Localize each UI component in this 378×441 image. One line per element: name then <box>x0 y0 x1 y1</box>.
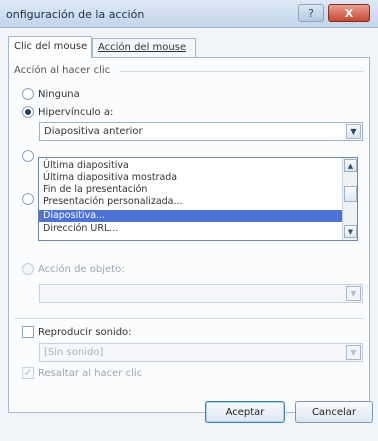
radio-partly-hidden-1[interactable] <box>22 150 34 162</box>
dialog-body: Clic del mouse Acción del mouse Acción a… <box>0 28 378 441</box>
play-sound-label: Reproducir sonido: <box>38 326 132 338</box>
highlight-click-label: Resaltar al hacer clic <box>38 367 143 379</box>
scroll-up-icon[interactable]: ▲ <box>344 159 357 172</box>
sound-divider <box>14 318 364 319</box>
tab-mouse-over[interactable]: Acción del mouse <box>92 38 196 58</box>
highlight-click-checkbox[interactable]: ✓ <box>22 367 34 379</box>
dropdown-item-selected[interactable]: Diapositiva... <box>39 210 343 222</box>
radio-object-action-row[interactable]: Acción de objeto: <box>22 263 125 275</box>
radio-hyperlink-row[interactable]: Hipervínculo a: <box>22 106 113 118</box>
close-button[interactable]: X <box>328 4 370 22</box>
chevron-down-icon[interactable]: ▼ <box>346 345 361 360</box>
object-action-combo[interactable]: ▼ <box>39 284 363 303</box>
section-title: Acción al hacer clic <box>14 65 111 76</box>
dropdown-item[interactable]: Fin de la presentación <box>43 184 339 196</box>
radio-hyperlink[interactable] <box>22 106 34 118</box>
scroll-down-icon[interactable]: ▼ <box>344 225 357 238</box>
tab-mouse-click[interactable]: Clic del mouse <box>8 36 92 58</box>
radio-none[interactable] <box>22 88 34 100</box>
radio-none-row[interactable]: Ninguna <box>22 88 80 100</box>
radio-partly-hidden-2[interactable] <box>22 193 34 205</box>
radio-none-label: Ninguna <box>38 88 80 100</box>
hyperlink-dropdown-list[interactable]: Última diapositiva Última diapositiva mo… <box>38 157 358 241</box>
radio-object-action[interactable] <box>22 263 34 275</box>
play-sound-checkbox[interactable] <box>22 326 34 338</box>
hyperlink-target-value: Diapositiva anterior <box>44 126 143 137</box>
hyperlink-target-combo[interactable]: Diapositiva anterior ▼ <box>39 122 363 141</box>
dropdown-scrollbar[interactable]: ▲ ▼ <box>342 158 357 240</box>
dropdown-item[interactable]: Última diapositiva <box>43 160 339 172</box>
highlight-click-row[interactable]: ✓ Resaltar al hacer clic <box>22 367 142 379</box>
dropdown-item[interactable]: Última diapositiva mostrada <box>43 172 339 184</box>
sound-value: [Sin sonido] <box>44 347 104 358</box>
dropdown-item[interactable]: Dirección URL... <box>43 223 339 235</box>
play-sound-row[interactable]: Reproducir sonido: <box>22 326 132 338</box>
sound-combo[interactable]: [Sin sonido] ▼ <box>39 343 363 362</box>
help-button[interactable]: ? <box>298 4 324 22</box>
chevron-down-icon[interactable]: ▼ <box>346 286 361 301</box>
radio-hyperlink-label: Hipervínculo a: <box>38 106 114 118</box>
tab-mouse-over-label: Acción del mouse <box>98 42 187 53</box>
tab-mouse-click-label: Clic del mouse <box>14 41 88 52</box>
section-divider <box>120 71 364 72</box>
dropdown-item[interactable]: Presentación personalizada... <box>43 196 339 208</box>
cancel-button[interactable]: Cancelar <box>295 401 373 423</box>
accept-button[interactable]: Aceptar <box>205 401 285 423</box>
chevron-down-icon[interactable]: ▼ <box>346 124 361 139</box>
radio-object-action-label: Acción de objeto: <box>38 263 125 275</box>
title-bar: onfiguración de la acción ? X <box>0 0 378 28</box>
scrollbar-thumb[interactable] <box>344 186 357 202</box>
window-title: onfiguración de la acción <box>6 8 145 21</box>
